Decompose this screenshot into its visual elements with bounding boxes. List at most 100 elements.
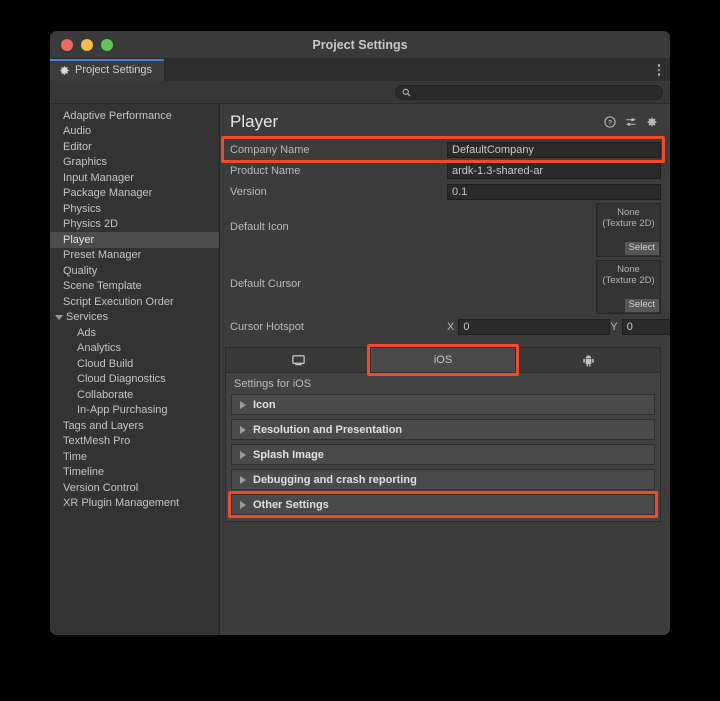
sidebar-item-scene-template[interactable]: Scene Template [50, 279, 219, 295]
version-label: Version [230, 185, 267, 198]
default-icon-row: Default Icon None (Texture 2D) Select [225, 203, 661, 257]
sidebar-item-editor[interactable]: Editor [50, 139, 219, 155]
cursor-hotspot-y-input[interactable] [621, 319, 670, 335]
close-button[interactable] [61, 38, 73, 51]
foldout-label: Other Settings [253, 498, 329, 511]
sidebar-item-label: Physics 2D [63, 218, 119, 231]
default-cursor-object-field[interactable]: None (Texture 2D) Select [596, 260, 661, 314]
version-input[interactable] [447, 183, 661, 200]
sidebar-item-time[interactable]: Time [50, 449, 219, 465]
platform-tab-android[interactable] [516, 348, 660, 372]
foldout-icon[interactable]: Icon [231, 394, 655, 415]
sidebar-item-label: Preset Manager [63, 249, 142, 262]
search-input[interactable] [415, 86, 656, 98]
sidebar-item-label: Package Manager [63, 187, 153, 200]
sidebar-item-analytics[interactable]: Analytics [50, 341, 219, 357]
sidebar-item-label: Editor [63, 140, 92, 153]
minimize-button[interactable] [81, 38, 93, 51]
sidebar-item-label: Tags and Layers [63, 419, 144, 432]
default-icon-none-label: None [617, 207, 640, 218]
settings-for-label: Settings for iOS [226, 373, 660, 394]
sidebar-item-label: XR Plugin Management [63, 497, 180, 510]
default-icon-select-button[interactable]: Select [624, 242, 659, 255]
maximize-button[interactable] [101, 38, 113, 51]
default-cursor-none-label: None [617, 264, 640, 275]
foldout-debugging-and-crash-reporting[interactable]: Debugging and crash reporting [231, 469, 655, 490]
sidebar-item-label: Analytics [77, 342, 122, 355]
platform-tab-bar: iOS [226, 344, 660, 376]
foldout-splash-image[interactable]: Splash Image [231, 444, 655, 465]
foldout-resolution-and-presentation[interactable]: Resolution and Presentation [231, 419, 655, 440]
sidebar-item-in-app-purchasing[interactable]: In-App Purchasing [50, 403, 219, 419]
sidebar-item-label: Input Manager [63, 171, 134, 184]
help-icon[interactable]: ? [604, 116, 616, 128]
platform-tab-ios-label: iOS [433, 354, 453, 366]
cursor-hotspot-y-letter: Y [610, 321, 618, 333]
product-name-label: Product Name [230, 164, 301, 177]
sidebar-item-label: Quality [63, 264, 98, 277]
cursor-hotspot-x-input[interactable] [458, 319, 611, 335]
sidebar-item-version-control[interactable]: Version Control [50, 480, 219, 496]
company-name-input[interactable] [447, 141, 661, 158]
sidebar-item-package-manager[interactable]: Package Manager [50, 186, 219, 202]
chevron-right-icon [240, 400, 246, 409]
sidebar-item-physics[interactable]: Physics [50, 201, 219, 217]
platform-settings-panel: iOS Settings for iOS Icon Resolution and… [225, 344, 661, 522]
gear-icon[interactable] [646, 116, 658, 128]
page-header-icons: ? [604, 116, 658, 128]
preset-icon[interactable] [625, 116, 637, 128]
page-title: Player [230, 112, 279, 131]
sidebar-item-timeline[interactable]: Timeline [50, 465, 219, 481]
default-cursor-label: Default Cursor [230, 278, 301, 290]
sidebar-item-textmesh-pro[interactable]: TextMesh Pro [50, 434, 219, 450]
sidebar-item-player[interactable]: Player [50, 232, 219, 248]
tab-project-settings[interactable]: Project Settings [50, 59, 166, 81]
sidebar-item-label: Cloud Diagnostics [77, 373, 166, 386]
sidebar-item-xr-plugin-management[interactable]: XR Plugin Management [50, 496, 219, 512]
cursor-hotspot-x-letter: X [447, 321, 455, 333]
default-cursor-select-button[interactable]: Select [624, 299, 659, 312]
sidebar-item-ads[interactable]: Ads [50, 325, 219, 341]
sidebar-item-adaptive-performance[interactable]: Adaptive Performance [50, 108, 219, 124]
cursor-hotspot-x: X [447, 319, 611, 335]
kebab-menu-icon[interactable] [648, 59, 670, 81]
window-titlebar: Project Settings [50, 31, 670, 59]
sidebar-item-preset-manager[interactable]: Preset Manager [50, 248, 219, 264]
android-robot-icon [582, 354, 594, 366]
sidebar-item-label: Script Execution Order [63, 295, 174, 308]
company-name-row: Company Name [221, 136, 665, 163]
settings-sidebar[interactable]: Adaptive Performance Audio Editor Graphi… [50, 104, 220, 635]
sidebar-item-label: Player [63, 233, 95, 246]
default-icon-label: Default Icon [230, 221, 289, 233]
sidebar-item-label: Physics [63, 202, 101, 215]
sidebar-item-label: Collaborate [77, 388, 134, 401]
version-row: Version [225, 182, 661, 201]
sidebar-item-physics-2d[interactable]: Physics 2D [50, 217, 219, 233]
window-body: Adaptive Performance Audio Editor Graphi… [50, 104, 670, 635]
chevron-down-icon[interactable] [55, 314, 63, 320]
sidebar-item-cloud-diagnostics[interactable]: Cloud Diagnostics [50, 372, 219, 388]
settings-content: Player ? Company Name DefaultCompany Pro… [220, 104, 670, 635]
sidebar-item-label: Scene Template [63, 280, 142, 293]
sidebar-item-audio[interactable]: Audio [50, 124, 219, 140]
sidebar-item-graphics[interactable]: Graphics [50, 155, 219, 171]
sidebar-item-tags-and-layers[interactable]: Tags and Layers [50, 418, 219, 434]
foldout-other-settings[interactable]: Other Settings [228, 491, 658, 518]
product-name-input[interactable] [447, 162, 661, 179]
player-fields: Company Name Product Name Version Defaul… [220, 134, 670, 337]
foldout-label: Icon [253, 398, 276, 411]
search-box[interactable] [395, 84, 663, 100]
product-name-row: Product Name [225, 161, 661, 180]
sidebar-item-quality[interactable]: Quality [50, 263, 219, 279]
default-cursor-type-label: (Texture 2D) [602, 275, 655, 286]
sidebar-item-label: Adaptive Performance [63, 109, 172, 122]
platform-tab-standalone[interactable] [226, 348, 371, 372]
sidebar-item-services[interactable]: Services [50, 310, 219, 326]
sidebar-item-input-manager[interactable]: Input Manager [50, 170, 219, 186]
default-icon-object-field[interactable]: None (Texture 2D) Select [596, 203, 661, 257]
sidebar-item-cloud-build[interactable]: Cloud Build [50, 356, 219, 372]
platform-tab-ios[interactable]: iOS [367, 344, 519, 376]
sidebar-item-script-execution-order[interactable]: Script Execution Order [50, 294, 219, 310]
tab-strip-spacer [165, 59, 648, 81]
sidebar-item-collaborate[interactable]: Collaborate [50, 387, 219, 403]
